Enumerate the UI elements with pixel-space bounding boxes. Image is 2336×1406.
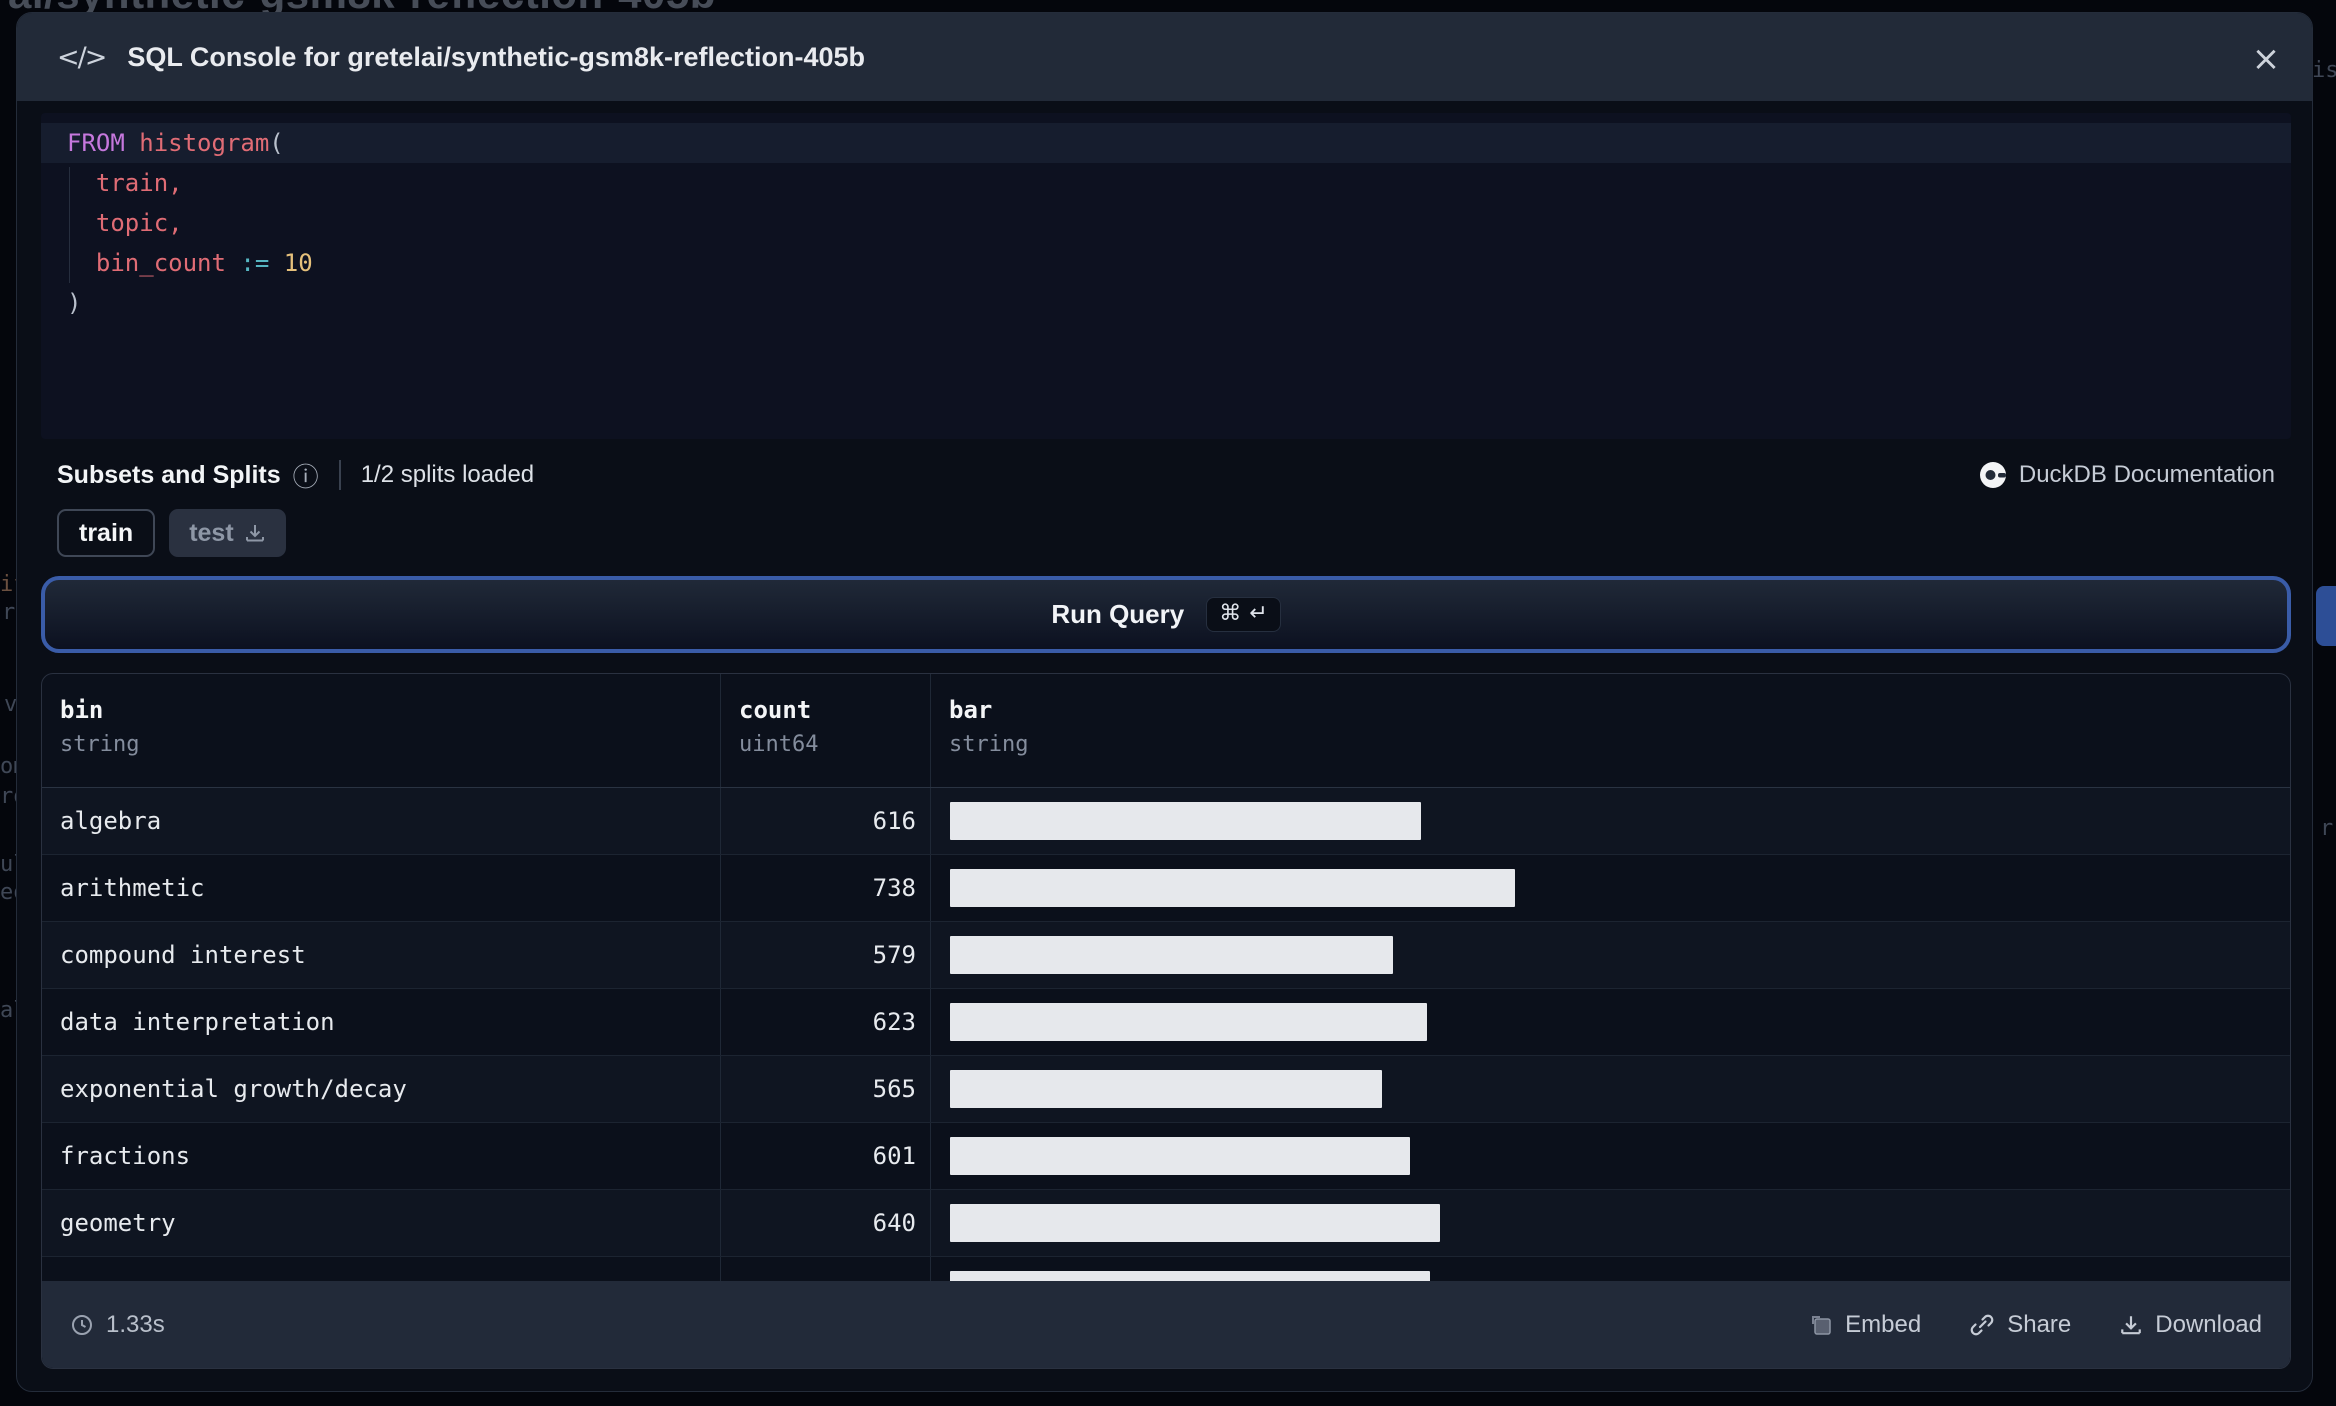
histogram-bar [950, 802, 1421, 840]
embed-icon [1812, 1315, 1831, 1335]
histogram-bar [950, 1204, 1440, 1242]
run-query-button[interactable]: Run Query ⌘ ↵ [41, 576, 2291, 653]
column-header-bar[interactable]: bar string [931, 674, 2290, 787]
modal-header: </> SQL Console for gretelai/synthetic-g… [17, 13, 2312, 101]
column-name: bin [60, 696, 104, 724]
bin-cell: data interpretation [42, 989, 721, 1055]
duckdb-documentation-label: DuckDB Documentation [2018, 461, 2275, 488]
download-icon [245, 525, 264, 542]
subsets-and-splits-row: Subsets and Splits ⓘ 1/2 splits loaded D… [41, 453, 2291, 497]
background-text-fragment: r [2, 600, 16, 625]
histogram-bar [950, 1137, 1410, 1175]
column-header-bin[interactable]: bin string [42, 674, 721, 787]
split-button-train[interactable]: train [57, 509, 156, 557]
column-name: bar [949, 696, 993, 724]
histogram-bar [950, 1070, 1382, 1108]
count-cell: 623 [721, 989, 931, 1055]
query-footer-bar: 1.33s Embed Share Download [42, 1281, 2290, 1368]
code-line: bin_count := 10 [95, 249, 313, 277]
bar-cell [931, 1190, 2290, 1256]
elapsed-time-value: 1.33s [106, 1310, 165, 1338]
share-link-icon [1970, 1314, 1994, 1335]
bin-cell: exponential growth/decay [42, 1056, 721, 1122]
count-cell: 738 [721, 855, 931, 921]
column-name: count [739, 696, 812, 724]
return-key-icon: ↵ [1249, 601, 1268, 626]
download-label: Download [2155, 1310, 2262, 1338]
duckdb-documentation-link[interactable]: DuckDB Documentation [1979, 461, 2275, 489]
bar-cell [931, 1123, 2290, 1189]
table-header-row: bin string count uint64 bar string [42, 674, 2290, 788]
bar-cell [931, 855, 2290, 921]
count-cell: 616 [721, 788, 931, 854]
code-line: topic, [95, 209, 183, 237]
table-row: arithmetic 738 [42, 855, 2290, 922]
modal-title: SQL Console for gretelai/synthetic-gsm8k… [127, 41, 866, 72]
count-cell: 579 [721, 922, 931, 988]
table-row: algebra 616 [42, 788, 2290, 855]
code-icon: </> [57, 41, 107, 73]
embed-button[interactable]: Embed [1809, 1311, 1921, 1339]
split-button-test[interactable]: test [169, 509, 286, 557]
download-icon [2121, 1315, 2142, 1334]
column-type: string [60, 732, 140, 757]
splits-row: train test [57, 509, 286, 557]
bar-cell [931, 788, 2290, 854]
code-line: FROM histogram( [41, 123, 2291, 163]
bar-cell [931, 1257, 2290, 1283]
histogram-bar [950, 936, 1393, 974]
table-row: fractions 601 [42, 1123, 2290, 1190]
background-text-fragment: r [2320, 816, 2334, 841]
run-query-label: Run Query [1051, 599, 1185, 629]
code-line: ) [67, 289, 82, 317]
bin-cell: compound interest [42, 922, 721, 988]
share-button[interactable]: Share [1969, 1311, 2071, 1339]
column-type: string [949, 732, 1029, 757]
table-row: geometry 640 [42, 1190, 2290, 1257]
table-row [42, 1257, 2290, 1283]
download-button[interactable]: Download [2119, 1311, 2262, 1339]
info-icon[interactable]: ⓘ [293, 457, 319, 494]
clock-icon [72, 1314, 92, 1335]
split-label: train [79, 518, 134, 547]
bin-cell: algebra [42, 788, 721, 854]
subsets-title: Subsets and Splits [57, 460, 281, 489]
bar-cell [931, 989, 2290, 1055]
background-text-fragment: is [2312, 58, 2336, 83]
sql-console-modal: </> SQL Console for gretelai/synthetic-g… [16, 12, 2313, 1392]
count-cell: 565 [721, 1056, 931, 1122]
bin-cell: arithmetic [42, 855, 721, 921]
count-cell [721, 1257, 931, 1283]
close-icon[interactable]: × [2244, 39, 2288, 79]
splits-loaded-status: 1/2 splits loaded [360, 461, 535, 488]
column-type: uint64 [739, 732, 819, 757]
sql-editor[interactable]: FROM histogram( train, topic, bin_count … [41, 113, 2291, 439]
duckdb-logo-icon [1979, 462, 2006, 488]
footer-actions: Embed Share Download [1809, 1311, 2262, 1339]
table-body: algebra 616 arithmetic 738 compound interest… [42, 788, 2290, 1283]
command-key-icon: ⌘ [1219, 601, 1242, 626]
count-cell: 601 [721, 1123, 931, 1189]
bin-cell: geometry [42, 1190, 721, 1256]
elapsed-time: 1.33s [70, 1311, 165, 1339]
table-row: exponential growth/decay 565 [42, 1056, 2290, 1123]
bar-cell [931, 1056, 2290, 1122]
results-table: bin string count uint64 bar string algeb… [41, 673, 2291, 1369]
histogram-bar [950, 1003, 1427, 1041]
share-label: Share [2007, 1310, 2072, 1338]
embed-label: Embed [1845, 1310, 1922, 1338]
column-header-count[interactable]: count uint64 [721, 674, 931, 787]
count-cell: 640 [721, 1190, 931, 1256]
divider [338, 460, 341, 490]
code-line: train, [95, 169, 183, 197]
table-row: compound interest 579 [42, 922, 2290, 989]
bar-cell [931, 922, 2290, 988]
histogram-bar [950, 869, 1515, 907]
split-label: test [189, 518, 234, 547]
bin-cell: fractions [42, 1123, 721, 1189]
table-row: data interpretation 623 [42, 989, 2290, 1056]
bin-cell [42, 1257, 721, 1283]
keyboard-shortcut-badge: ⌘ ↵ [1206, 597, 1281, 632]
background-button-sliver [2316, 586, 2336, 646]
